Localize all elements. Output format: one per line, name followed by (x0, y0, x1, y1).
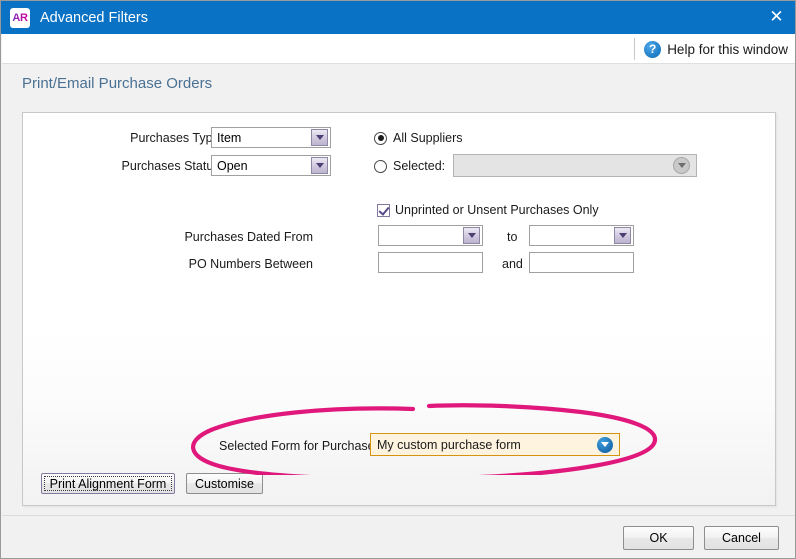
radio-all-suppliers[interactable]: All Suppliers (374, 131, 462, 145)
help-for-this-window-link[interactable]: ? Help for this window (634, 38, 788, 60)
dropdown-circle-icon[interactable] (597, 437, 613, 453)
window-title: Advanced Filters (40, 10, 148, 26)
radio-selected-suppliers-label: Selected: (393, 159, 445, 173)
radio-selected-suppliers-button[interactable] (374, 160, 387, 173)
radio-all-suppliers-button[interactable] (374, 132, 387, 145)
customise-label: Customise (195, 477, 254, 491)
ok-button[interactable]: OK (623, 526, 694, 550)
filters-panel: Purchases Type: Item Purchases Status: O… (22, 112, 776, 506)
purchases-type-value: Item (212, 131, 311, 145)
app-logo-icon: AR (10, 8, 30, 28)
po-numbers-and-label: and (502, 257, 523, 271)
purchases-dated-from-combo[interactable] (378, 225, 483, 246)
ok-label: OK (649, 531, 667, 545)
selected-form-for-purchase-value: My custom purchase form (371, 438, 597, 452)
po-number-to-input[interactable] (529, 252, 634, 273)
purchases-type-combo[interactable]: Item (211, 127, 331, 148)
dated-to-label: to (507, 230, 517, 244)
purchases-status-value: Open (212, 159, 311, 173)
cancel-button[interactable]: Cancel (704, 526, 779, 550)
print-alignment-form-button[interactable]: Print Alignment Form (41, 473, 175, 494)
po-number-from-input[interactable] (378, 252, 483, 273)
radio-all-suppliers-label: All Suppliers (393, 131, 462, 145)
purchases-type-label: Purchases Type: (103, 131, 223, 145)
app-logo-text: AR (12, 12, 27, 24)
help-strip: ? Help for this window (2, 34, 796, 64)
purchases-status-label: Purchases Status: (93, 159, 223, 173)
unprinted-or-unsent-label: Unprinted or Unsent Purchases Only (395, 203, 599, 217)
selected-form-for-purchase-combo[interactable]: My custom purchase form (370, 433, 620, 456)
advanced-filters-window: AR Advanced Filters ✕ ? Help for this wi… (0, 0, 796, 559)
dropdown-circle-icon (673, 157, 690, 174)
close-icon[interactable]: ✕ (756, 1, 796, 34)
selected-suppliers-picker (453, 154, 697, 177)
customise-button[interactable]: Customise (186, 473, 263, 494)
footer-divider (2, 515, 796, 516)
chevron-down-icon[interactable] (311, 157, 328, 174)
chevron-down-icon[interactable] (463, 227, 480, 244)
chevron-down-icon[interactable] (614, 227, 631, 244)
purchases-dated-from-label: Purchases Dated From (143, 230, 313, 244)
unprinted-or-unsent-checkbox[interactable] (377, 204, 390, 217)
purchases-dated-to-combo[interactable] (529, 225, 634, 246)
question-mark-icon: ? (644, 41, 661, 58)
title-bar: AR Advanced Filters ✕ (1, 1, 796, 34)
radio-selected-suppliers[interactable]: Selected: (374, 159, 445, 173)
po-numbers-between-label: PO Numbers Between (143, 257, 313, 271)
page-title: Print/Email Purchase Orders (22, 75, 212, 92)
chevron-down-icon[interactable] (311, 129, 328, 146)
help-link-label: Help for this window (667, 42, 788, 57)
purchases-status-combo[interactable]: Open (211, 155, 331, 176)
cancel-label: Cancel (722, 531, 761, 545)
print-alignment-form-label: Print Alignment Form (50, 477, 167, 491)
unprinted-or-unsent-checkbox-row[interactable]: Unprinted or Unsent Purchases Only (377, 203, 599, 217)
selected-form-for-purchase-label: Selected Form for Purchase: (219, 439, 378, 453)
